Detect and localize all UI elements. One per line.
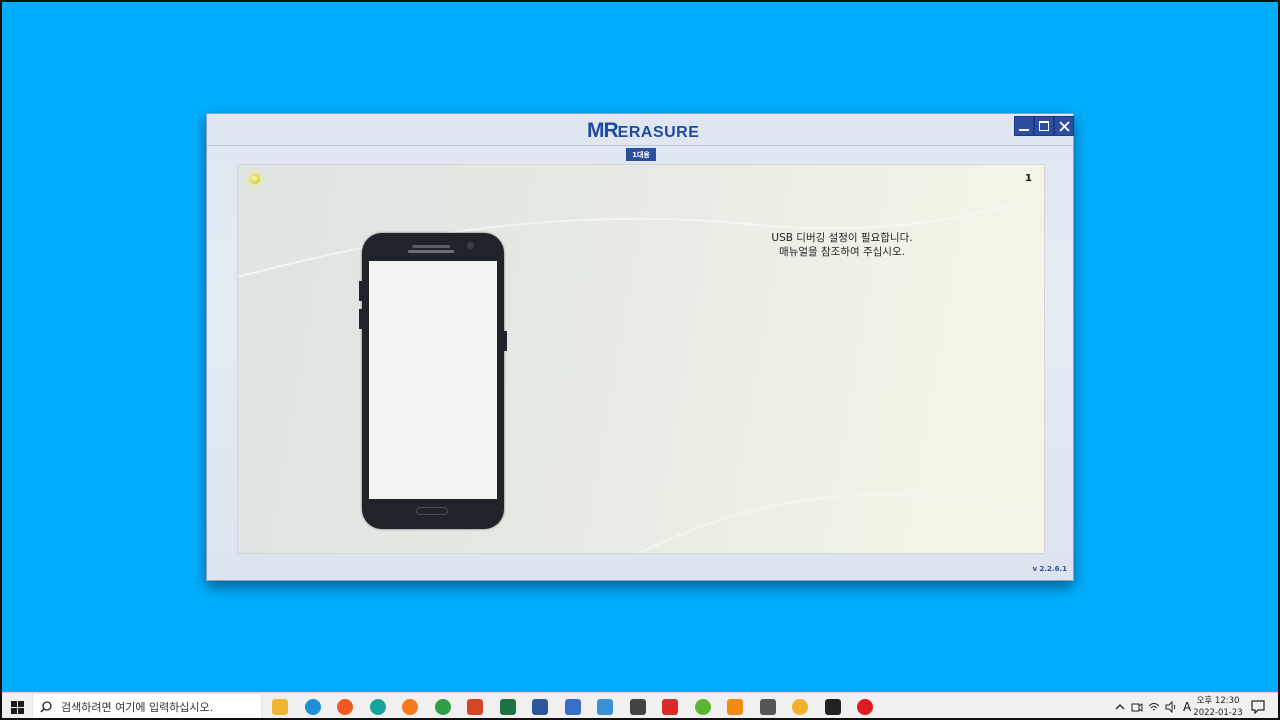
taskbar-apps bbox=[264, 693, 882, 720]
taskbar-search-box[interactable]: 검색하려면 여기에 입력하십시오. bbox=[32, 693, 262, 720]
system-tray: A bbox=[1112, 693, 1195, 720]
maximize-button[interactable] bbox=[1034, 116, 1054, 136]
taskbar-app-button[interactable] bbox=[492, 693, 525, 720]
status-led bbox=[250, 174, 260, 184]
search-placeholder: 검색하려면 여기에 입력하십시오. bbox=[61, 701, 214, 714]
clock-time: 오후 12:30 bbox=[1196, 696, 1240, 706]
taskbar-app-button[interactable] bbox=[849, 693, 882, 720]
edge-dev-icon bbox=[369, 699, 386, 715]
vlc-icon bbox=[727, 699, 744, 715]
phone-speaker bbox=[412, 245, 450, 248]
close-icon bbox=[1058, 120, 1070, 132]
taskbar-app-button[interactable] bbox=[329, 693, 362, 720]
taskbar: 검색하려면 여기에 입력하십시오. A 오후 12:30 2022-01-23 bbox=[0, 692, 1280, 720]
word-icon bbox=[532, 699, 549, 715]
file-explorer-icon bbox=[272, 699, 289, 715]
powerpoint-icon bbox=[467, 699, 484, 715]
power-key bbox=[504, 331, 507, 351]
message-line-1: USB 디버깅 설정이 필요합니다. bbox=[771, 232, 913, 244]
logo-mark: MR bbox=[587, 119, 619, 142]
title-bar[interactable]: MR ERASURE bbox=[207, 114, 1074, 146]
chrome-icon bbox=[434, 699, 451, 715]
meet-now-icon[interactable] bbox=[1129, 699, 1145, 715]
status-message: USB 디버깅 설정이 필요합니다. 매뉴얼을 참조하여 주십시오. bbox=[758, 231, 926, 259]
firefox-icon bbox=[402, 699, 419, 715]
maximize-icon bbox=[1039, 121, 1049, 131]
taskbar-app-button[interactable] bbox=[589, 693, 622, 720]
search-tool-icon bbox=[629, 699, 646, 715]
app-window: MR ERASURE 1대용 1 USB 디버깅 설정이 필요합니다. 매뉴얼을… bbox=[206, 113, 1074, 581]
taskbar-app-button[interactable] bbox=[784, 693, 817, 720]
app-version: v 2.2.6.1 bbox=[1032, 565, 1067, 573]
taskbar-app-button[interactable] bbox=[524, 693, 557, 720]
taskbar-app-button[interactable] bbox=[654, 693, 687, 720]
brave-icon bbox=[337, 699, 354, 715]
background-swoosh bbox=[238, 193, 1044, 553]
taskbar-app-button[interactable] bbox=[264, 693, 297, 720]
close-button[interactable] bbox=[1054, 116, 1074, 136]
notification-button[interactable] bbox=[1250, 699, 1266, 715]
phone-illustration bbox=[359, 233, 507, 529]
excel-icon bbox=[499, 699, 516, 715]
clock[interactable]: 오후 12:30 2022-01-23 bbox=[1192, 695, 1244, 719]
volume-key bbox=[359, 309, 362, 329]
taskbar-app-button[interactable] bbox=[427, 693, 460, 720]
volume-key bbox=[359, 281, 362, 301]
phone-home-button bbox=[416, 507, 448, 515]
speaker-icon[interactable] bbox=[1163, 699, 1179, 715]
app-logo: MR ERASURE bbox=[587, 119, 700, 142]
taskbar-app-button[interactable] bbox=[557, 693, 590, 720]
windows-logo-icon bbox=[10, 700, 24, 714]
slot-number: 1 bbox=[1025, 173, 1032, 184]
edge-icon bbox=[304, 699, 321, 715]
minimize-icon bbox=[1019, 129, 1029, 131]
search-icon bbox=[40, 701, 52, 713]
sticky-app-icon bbox=[824, 699, 841, 715]
start-button[interactable] bbox=[2, 693, 32, 720]
se-app-icon bbox=[662, 699, 679, 715]
chrome-canary-icon bbox=[792, 699, 809, 715]
remote-desktop-icon bbox=[597, 699, 614, 715]
clock-date: 2022-01-23 bbox=[1193, 708, 1243, 718]
calendar-app-icon bbox=[564, 699, 581, 715]
phone-camera bbox=[467, 242, 474, 249]
taskbar-app-button[interactable] bbox=[817, 693, 850, 720]
mode-badge[interactable]: 1대용 bbox=[626, 148, 656, 161]
network-icon[interactable] bbox=[1146, 699, 1162, 715]
phone-brand-mark bbox=[408, 250, 454, 253]
device-panel: 1 USB 디버깅 설정이 필요합니다. 매뉴얼을 참조하여 주십시오. bbox=[237, 164, 1045, 554]
taskbar-app-button[interactable] bbox=[687, 693, 720, 720]
taskbar-app-button[interactable] bbox=[394, 693, 427, 720]
taskbar-app-button[interactable] bbox=[622, 693, 655, 720]
message-line-2: 매뉴얼을 참조하여 주십시오. bbox=[779, 246, 905, 258]
opera-icon bbox=[857, 699, 874, 715]
green-app-icon bbox=[694, 699, 711, 715]
notification-icon bbox=[1251, 700, 1265, 715]
minimize-button[interactable] bbox=[1014, 116, 1034, 136]
taskbar-app-button[interactable] bbox=[362, 693, 395, 720]
logo-text: ERASURE bbox=[617, 123, 700, 141]
taskbar-app-button[interactable] bbox=[752, 693, 785, 720]
taskbar-app-button[interactable] bbox=[297, 693, 330, 720]
chevron-up-icon[interactable] bbox=[1112, 699, 1128, 715]
ime-indicator[interactable]: A bbox=[1183, 700, 1191, 714]
phone-screen bbox=[369, 261, 497, 499]
calculator-icon bbox=[759, 699, 776, 715]
taskbar-app-button[interactable] bbox=[719, 693, 752, 720]
taskbar-app-button[interactable] bbox=[459, 693, 492, 720]
